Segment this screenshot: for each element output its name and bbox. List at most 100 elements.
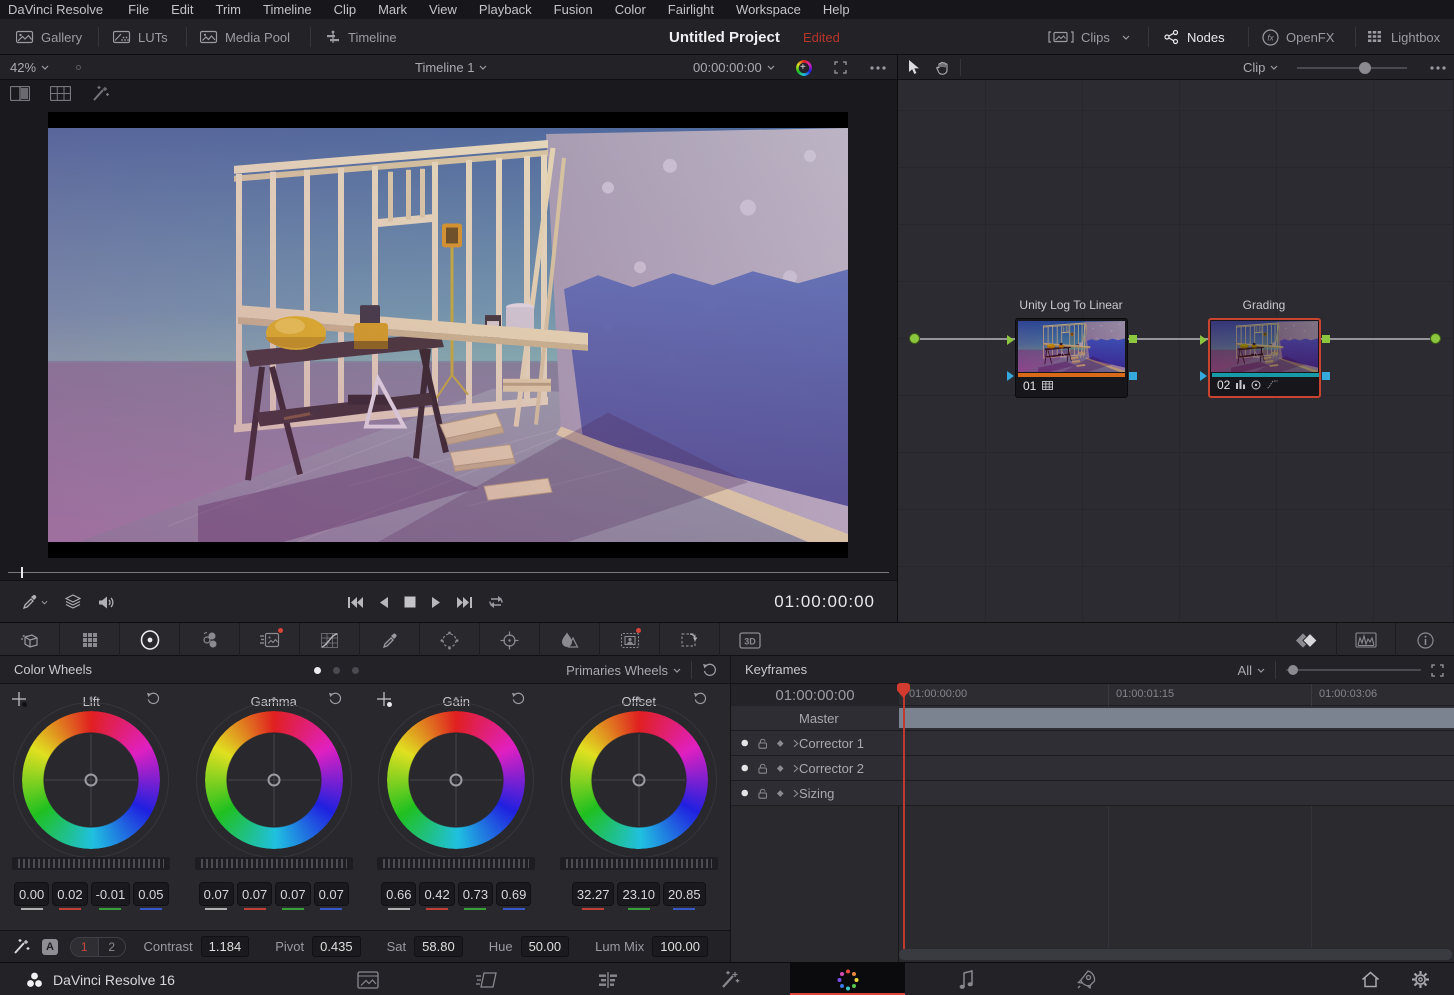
node-options-menu[interactable]: [1430, 55, 1446, 80]
keyframe-diamond-icon[interactable]: [776, 764, 784, 773]
reset-all-grades-icon[interactable]: [702, 663, 730, 678]
power-window-tab[interactable]: [420, 623, 480, 657]
nodes-button[interactable]: Nodes: [1163, 19, 1225, 55]
keyframes-filter-select[interactable]: All: [1238, 663, 1265, 678]
go-to-start-button[interactable]: [348, 596, 363, 609]
node-zoom-slider[interactable]: [1297, 55, 1407, 80]
color-match-tab[interactable]: [60, 623, 120, 657]
gamma-r-value[interactable]: 0.07: [237, 882, 272, 906]
gain-g-value[interactable]: 0.73: [458, 882, 493, 906]
offset-r-value[interactable]: 32.27: [572, 882, 615, 906]
grab-still-eyedropper-icon[interactable]: [22, 594, 48, 610]
keyframe-diamond-icon[interactable]: [776, 739, 784, 748]
keyframes-zoom-slider[interactable]: [1286, 656, 1421, 684]
menu-fairlight[interactable]: Fairlight: [657, 2, 725, 17]
timeline-button[interactable]: Timeline: [325, 19, 397, 55]
keyframes-h-scrollbar[interactable]: [899, 949, 1452, 960]
stop-button[interactable]: [404, 596, 416, 608]
gamma-y-value[interactable]: 0.07: [199, 882, 234, 906]
info-button[interactable]: [1395, 623, 1454, 657]
node-1[interactable]: 01: [1015, 318, 1128, 398]
track-enable-dot-icon[interactable]: [741, 789, 749, 797]
offset-wheel-indicator[interactable]: [632, 774, 645, 787]
lift-master-wheel[interactable]: [12, 857, 170, 870]
project-settings-gear-button[interactable]: [1398, 963, 1442, 995]
lift-g-value[interactable]: -0.01: [91, 882, 131, 906]
clips-button[interactable]: Clips: [1048, 19, 1130, 55]
openfx-button[interactable]: fx OpenFX: [1262, 19, 1334, 55]
node-1-key-input-port[interactable]: [1007, 371, 1014, 381]
enhanced-viewer-wand-icon[interactable]: [91, 85, 110, 102]
node-1-key-output-port[interactable]: [1129, 372, 1137, 380]
fairlight-page-button[interactable]: [944, 963, 990, 995]
unmix-layers-icon[interactable]: [65, 594, 81, 610]
output-dot[interactable]: [1430, 333, 1441, 344]
tracker-tab[interactable]: [480, 623, 540, 657]
node-2-key-input-port[interactable]: [1200, 371, 1207, 381]
node-2[interactable]: 02: [1208, 318, 1321, 398]
gain-y-value[interactable]: 0.66: [381, 882, 416, 906]
step-back-button[interactable]: [378, 596, 389, 609]
camera-raw-tab[interactable]: [0, 623, 60, 657]
gain-b-value[interactable]: 0.69: [496, 882, 531, 906]
node-mode-select[interactable]: Clip: [1243, 55, 1278, 80]
lum-mix-value[interactable]: 100.00: [652, 936, 708, 957]
master-track-bar[interactable]: [899, 708, 1454, 728]
media-pool-button[interactable]: Media Pool: [200, 19, 290, 55]
loop-playback-button[interactable]: [487, 595, 505, 609]
edit-page-button[interactable]: [585, 963, 631, 995]
keyframes-track-area[interactable]: 01:00:00:00 01:00:01:15 01:00:03:06: [899, 684, 1454, 962]
offset-g-value[interactable]: 23.10: [617, 882, 660, 906]
expand-viewer-icon[interactable]: [834, 55, 847, 80]
gain-master-wheel[interactable]: [377, 857, 535, 870]
node-2-rgb-input-port[interactable]: [1200, 335, 1207, 345]
slider-thumb[interactable]: [1359, 62, 1371, 74]
track-enable-dot-icon[interactable]: [741, 739, 749, 747]
master-track-lane[interactable]: [899, 706, 1454, 731]
lift-reset-icon[interactable]: [146, 692, 161, 706]
menu-timeline[interactable]: Timeline: [252, 2, 323, 17]
play-button[interactable]: [431, 596, 442, 609]
blur-tab[interactable]: [540, 623, 600, 657]
keyframe-diamond-icon[interactable]: [776, 789, 784, 798]
stereo-3d-tab[interactable]: 3D: [720, 623, 780, 657]
offset-master-wheel[interactable]: [560, 857, 718, 870]
menu-trim[interactable]: Trim: [205, 2, 253, 17]
gain-reset-icon[interactable]: [511, 692, 526, 706]
lightbox-button[interactable]: Lightbox: [1367, 19, 1440, 55]
wheel-page-dots[interactable]: [314, 667, 359, 674]
viewer-scrubber[interactable]: [0, 565, 897, 580]
go-to-end-button[interactable]: [457, 596, 472, 609]
menu-fusion[interactable]: Fusion: [543, 2, 604, 17]
deliver-page-button[interactable]: [1063, 963, 1109, 995]
menu-mark[interactable]: Mark: [367, 2, 418, 17]
auto-wand-icon[interactable]: [12, 938, 30, 955]
contrast-value[interactable]: 1.184: [201, 936, 250, 957]
track-corrector-2[interactable]: Corrector 2: [731, 756, 899, 781]
gamma-master-wheel[interactable]: [195, 857, 353, 870]
keyframe-palette-button[interactable]: [1277, 623, 1336, 657]
track-master[interactable]: Master: [731, 706, 899, 731]
menu-edit[interactable]: Edit: [160, 2, 204, 17]
track-corrector-1[interactable]: Corrector 1: [731, 731, 899, 756]
rgb-mixer-tab[interactable]: [180, 623, 240, 657]
select-cursor-icon[interactable]: [908, 55, 920, 80]
menu-app[interactable]: DaVinci Resolve: [0, 2, 117, 17]
sat-value[interactable]: 58.80: [414, 936, 463, 957]
viewer-options-menu[interactable]: [870, 55, 886, 80]
menu-view[interactable]: View: [418, 2, 468, 17]
gain-wheel-indicator[interactable]: [450, 774, 463, 787]
luts-button[interactable]: LUTs: [113, 19, 168, 55]
corrector-1-track-lane[interactable]: [899, 731, 1454, 756]
node-2-key-output-port[interactable]: [1322, 372, 1330, 380]
lock-icon[interactable]: [758, 738, 767, 749]
keyframes-expand-icon[interactable]: [1431, 664, 1454, 677]
color-wheels-tab[interactable]: [120, 623, 180, 657]
viewer-zoom-select[interactable]: 42%: [10, 55, 49, 80]
node-1-rgb-output-port[interactable]: [1129, 335, 1137, 343]
key-tab[interactable]: [600, 623, 660, 657]
lock-icon[interactable]: [758, 763, 767, 774]
gamma-wheel-indicator[interactable]: [267, 774, 280, 787]
project-manager-home-button[interactable]: [1348, 963, 1392, 995]
lift-b-value[interactable]: 0.05: [133, 882, 168, 906]
